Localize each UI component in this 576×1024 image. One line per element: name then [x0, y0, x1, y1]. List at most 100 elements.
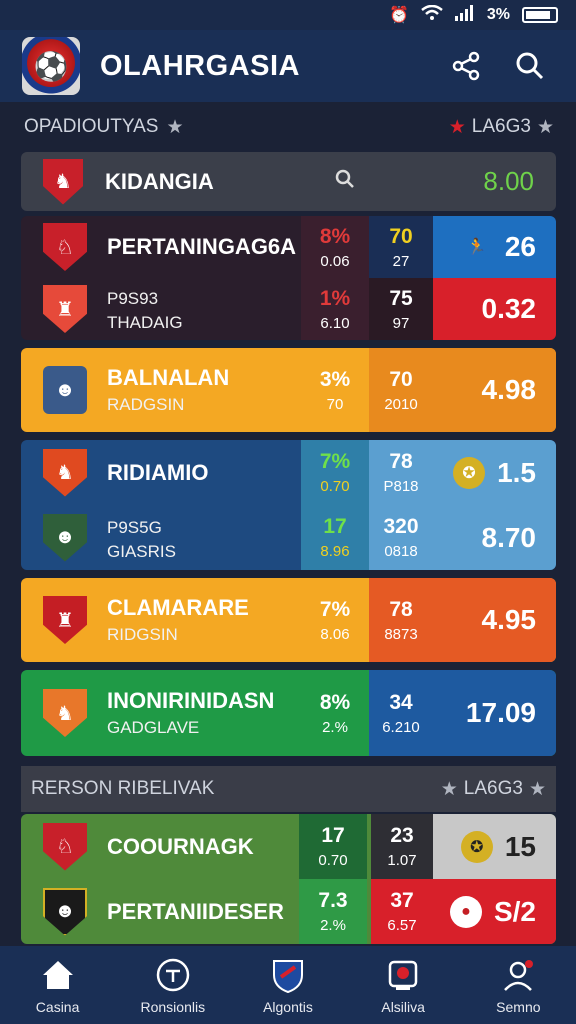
league-label[interactable]: LA6G3 [464, 778, 523, 800]
score-box[interactable]: ✪ 15 [433, 814, 556, 879]
section-header: RERSON RIBELIVAK ★ LA6G3 ★ [21, 766, 556, 812]
score-value: 8.70 [481, 521, 537, 553]
league-label[interactable]: LA6G3 [472, 116, 531, 138]
table-row[interactable]: ♜ P9S93 THADAIG 1% 6.10 75 97 0.32 [21, 278, 556, 340]
odds-percent: 7% [319, 450, 351, 473]
nav-item-ronsionlis[interactable]: Ronsionlis [118, 955, 228, 1015]
table-row[interactable]: ♘ PERTANINGAG6A 8% 0.06 70 27 🏃 26 [21, 216, 556, 278]
score-box[interactable]: 🏃 26 [433, 216, 556, 278]
odds-cell[interactable]: 3% 70 [301, 348, 369, 432]
odds-cell[interactable]: 17 0.70 [299, 814, 367, 879]
odds-cell[interactable]: 70 27 [369, 216, 433, 278]
player-avatar: ☻ [43, 366, 87, 414]
nav-label: Casina [35, 999, 80, 1015]
odds-cell[interactable]: 78 8873 [369, 578, 433, 662]
nav-label: Semno [496, 999, 541, 1015]
odds-percent: 8% [319, 690, 351, 714]
profile-icon [498, 955, 538, 995]
team-subtitle: RIDGSIN [107, 625, 178, 644]
match-card[interactable]: ♘ PERTANINGAG6A 8% 0.06 70 27 🏃 26 ♜ P9S… [21, 216, 556, 340]
shield-icon [268, 955, 308, 995]
star-icon[interactable]: ★ [537, 116, 554, 139]
odds-cell[interactable]: 7% 0.70 [301, 440, 369, 505]
score-box[interactable]: 8.70 [433, 505, 556, 570]
odds-cell[interactable]: 7.3 2.% [299, 879, 367, 944]
odds-cell[interactable]: 8% 2.% [301, 670, 369, 756]
match-card[interactable]: ♜ CLAMARARE RIDGSIN 7% 8.06 78 8873 4.95 [21, 578, 556, 662]
score-box[interactable]: ● S/2 [433, 879, 556, 944]
star-icon[interactable]: ★ [529, 778, 546, 801]
team-name: CLAMARARE [107, 595, 249, 620]
nav-item-alsiliva[interactable]: Alsiliva [348, 955, 458, 1015]
featured-card[interactable]: ♞ KIDANGIA 8.00 [21, 152, 556, 211]
score-box[interactable]: 17.09 [433, 670, 556, 756]
search-icon[interactable] [512, 48, 548, 84]
match-card[interactable]: ♘ COOURNAGK 17 0.70 23 1.07 ✪ 15 ☻ PERTA… [21, 814, 556, 944]
badge-icon: ✪ [460, 830, 493, 863]
odds-cell[interactable]: 70 2010 [369, 348, 433, 432]
star-icon[interactable]: ★ [449, 116, 466, 139]
team-name: PERTANIIDESER [107, 898, 284, 924]
battery-icon [522, 7, 558, 23]
odds-cell[interactable]: 75 97 [369, 278, 433, 340]
nav-item-home[interactable]: Casina [3, 955, 113, 1015]
featured-team-name: KIDANGIA [105, 168, 214, 194]
team-name: COOURNAGK [107, 833, 254, 859]
team-name: BALNALAN [107, 365, 230, 390]
score-box[interactable]: 4.95 [433, 578, 556, 662]
score-box[interactable]: 4.98 [433, 348, 556, 432]
status-bar: ⏰ 3% [0, 0, 576, 30]
score-value: 17.09 [465, 697, 536, 728]
nav-item-semno[interactable]: Semno [463, 955, 573, 1015]
score-box[interactable]: ✪ 1.5 [433, 440, 556, 505]
table-row[interactable]: ♞ RIDIAMIO 7% 0.70 78 P818 ✪ 1.5 [21, 440, 556, 505]
odds-value: 17 [321, 824, 345, 847]
odds-cell[interactable]: 34 6.210 [369, 670, 433, 756]
team-subtitle: GIASRIS [107, 541, 176, 561]
player-icon: 🏃 [466, 239, 487, 256]
match-card[interactable]: ☻ BALNALAN RADGSIN 3% 70 70 2010 4.98 [21, 348, 556, 432]
odds-cell[interactable]: 7% 8.06 [301, 578, 369, 662]
player-avatar: ☻ [43, 887, 87, 936]
app-bar: ⚽ OLAHRGASIA [0, 30, 576, 102]
odds-value: 78 [389, 450, 413, 473]
odds-cell[interactable]: 1% 6.10 [301, 278, 369, 340]
odds-value: 34 [389, 690, 413, 714]
table-row[interactable]: ☻ BALNALAN RADGSIN 3% 70 70 2010 4.98 [21, 348, 556, 432]
table-row[interactable]: ☻ PERTANIIDESER 7.3 2.% 37 6.57 ● S/2 [21, 879, 556, 944]
table-row[interactable]: ♜ CLAMARARE RIDGSIN 7% 8.06 78 8873 4.95 [21, 578, 556, 662]
odds-cell[interactable]: 23 1.07 [371, 814, 433, 879]
table-row[interactable]: ♞ INONIRINIDASN GADGLAVE 8% 2.% 34 6.210… [21, 670, 556, 756]
signal-icon [454, 4, 475, 26]
team-crest: ♘ [43, 822, 87, 871]
share-icon[interactable] [448, 48, 484, 84]
score-value: 1.5 [497, 456, 536, 488]
odds-cell[interactable]: 78 P818 [369, 440, 433, 505]
table-row[interactable]: ☻ P9S5G GIASRIS 17 8.96 320 0818 8.70 [21, 505, 556, 570]
odds-value: 1.07 [387, 852, 417, 869]
match-card[interactable]: ♞ RIDIAMIO 7% 0.70 78 P818 ✪ 1.5 ☻ P9S5G… [21, 440, 556, 570]
star-icon[interactable]: ★ [441, 778, 458, 801]
team-crest: ♜ [43, 285, 87, 333]
team-crest: ♞ [43, 158, 83, 205]
odds-cell[interactable]: 8% 0.06 [301, 216, 369, 278]
odds-cell[interactable]: 320 0818 [369, 505, 433, 570]
search-icon[interactable] [334, 168, 356, 196]
odds-value: 37 [390, 889, 414, 912]
odds-percent: 7% [319, 597, 351, 621]
odds-value: 70 [389, 224, 413, 248]
odds-value: 0.70 [318, 852, 348, 869]
odds-cell[interactable]: 37 6.57 [371, 879, 433, 944]
player-avatar: ☻ [43, 513, 87, 562]
nav-item-algontis[interactable]: Algontis [233, 955, 343, 1015]
star-icon[interactable]: ★ [166, 116, 183, 139]
score-box[interactable]: 0.32 [433, 278, 556, 340]
odds-cell[interactable]: 17 8.96 [301, 505, 369, 570]
odds-value: 97 [392, 314, 410, 332]
club-logo[interactable]: ⚽ [22, 37, 80, 95]
odds-value: 70 [326, 395, 344, 413]
section-title: OPADIOUTYAS [24, 116, 159, 137]
table-row[interactable]: ♘ COOURNAGK 17 0.70 23 1.07 ✪ 15 [21, 814, 556, 879]
match-card[interactable]: ♞ INONIRINIDASN GADGLAVE 8% 2.% 34 6.210… [21, 670, 556, 756]
team-crest: ♜ [43, 596, 87, 644]
